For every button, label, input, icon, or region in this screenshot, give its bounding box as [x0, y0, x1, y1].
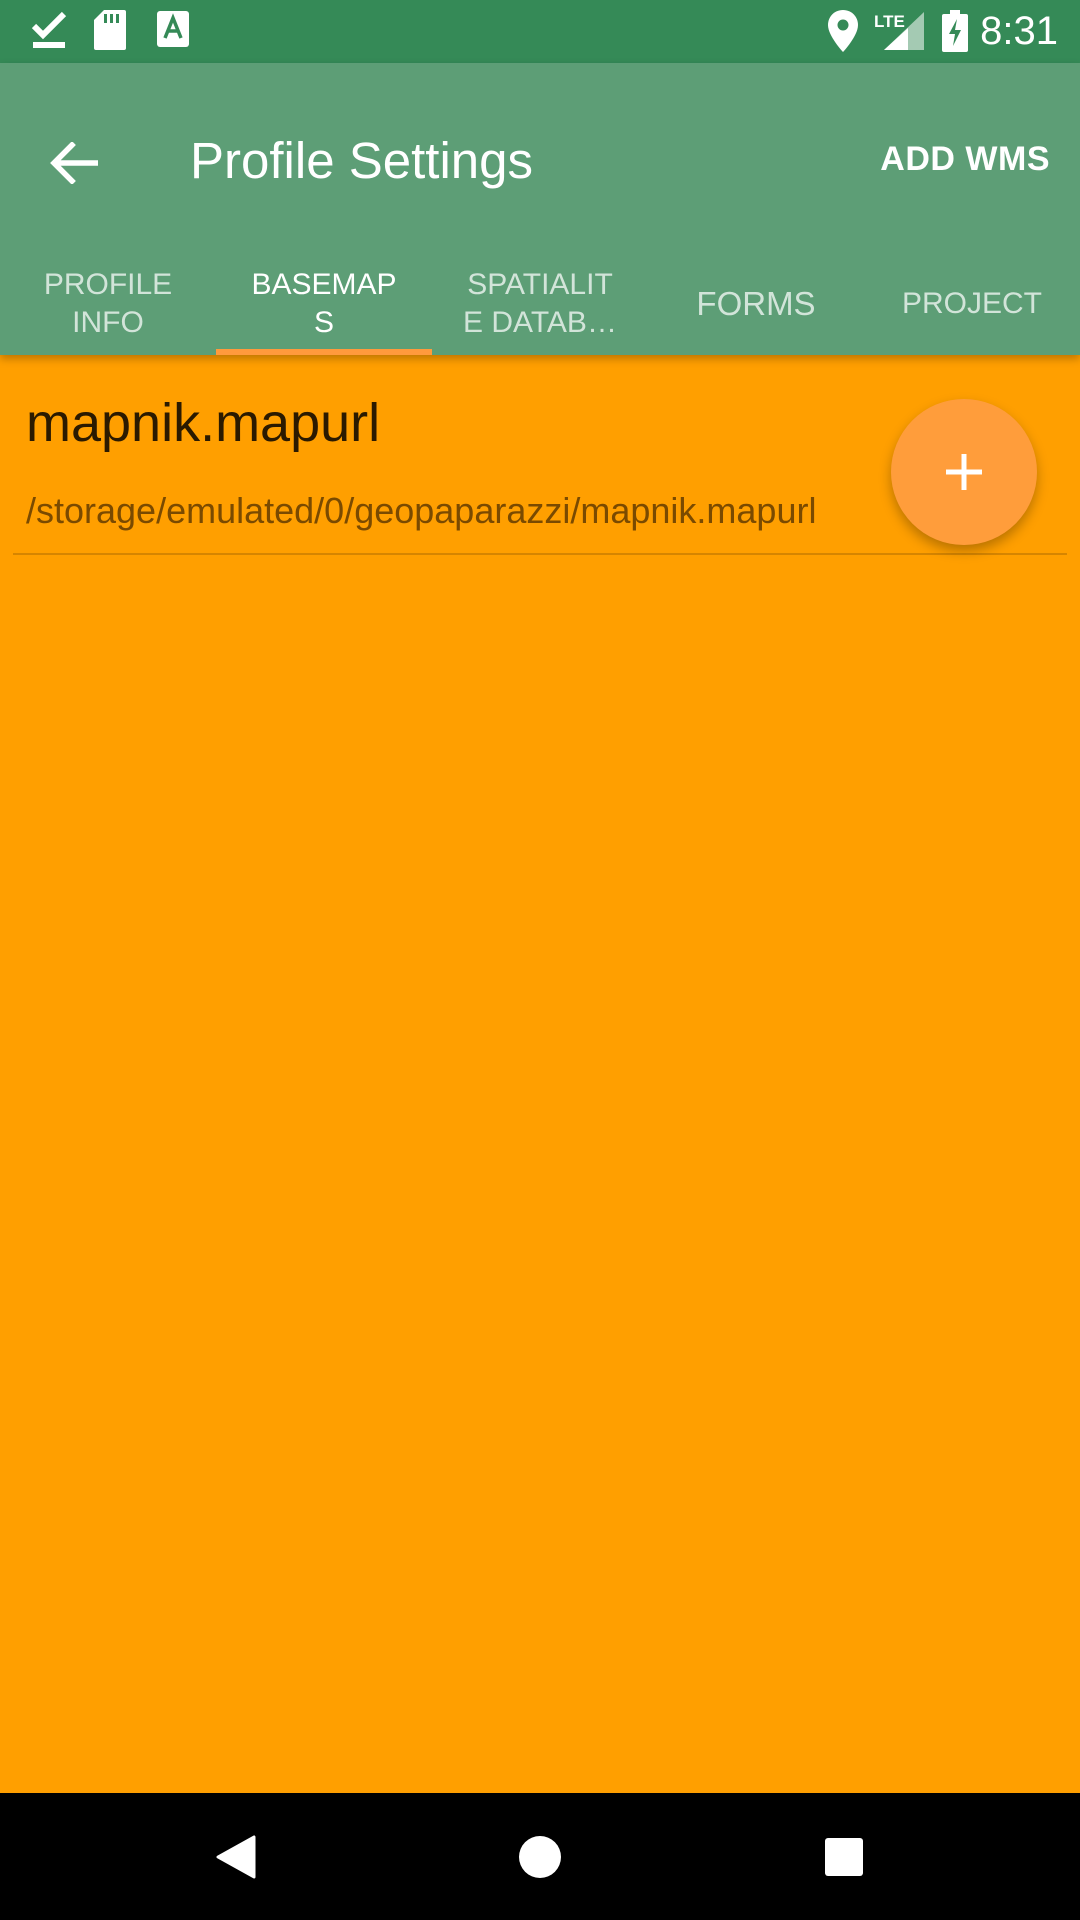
- tab-project[interactable]: PROJECT: [864, 253, 1080, 355]
- basemap-path: /storage/emulated/0/geopaparazzi/mapnik.…: [26, 490, 817, 531]
- nav-home-button[interactable]: [508, 1825, 572, 1889]
- add-wms-button[interactable]: ADD WMS: [880, 137, 1050, 181]
- signal-icon: [884, 12, 924, 55]
- location-icon: [828, 10, 858, 57]
- arrow-back-icon: [50, 142, 98, 184]
- nav-recents-button[interactable]: [812, 1825, 876, 1889]
- basemap-title: mapnik.mapurl: [26, 393, 381, 453]
- back-triangle-icon: [216, 1835, 256, 1879]
- font-icon: [156, 10, 190, 53]
- page-title: Profile Settings: [190, 132, 534, 189]
- status-time: 8:31: [980, 9, 1058, 53]
- app-bar: Profile Settings ADD WMS PROFILE INFO BA…: [0, 63, 1080, 355]
- battery-charging-icon: [942, 10, 968, 57]
- tab-spatialite-databases[interactable]: SPATIALIT E DATAB…: [432, 253, 648, 355]
- tab-forms[interactable]: FORMS: [648, 253, 864, 355]
- recents-square-icon: [825, 1838, 863, 1876]
- back-button[interactable]: [38, 127, 110, 199]
- basemaps-list: mapnik.mapurl /storage/emulated/0/geopap…: [0, 355, 1080, 1793]
- tab-bar: PROFILE INFO BASEMAP S SPATIALIT E DATAB…: [0, 253, 1080, 355]
- tab-basemaps-label: BASEMAP S: [251, 268, 397, 339]
- download-done-icon: [30, 10, 68, 55]
- navigation-bar: [0, 1793, 1080, 1920]
- sd-card-icon: [94, 10, 126, 55]
- tab-basemaps[interactable]: BASEMAP S: [216, 253, 432, 355]
- status-bar: LTE 8:31: [0, 0, 1080, 63]
- tab-indicator: [216, 349, 432, 355]
- plus-icon: [946, 454, 982, 490]
- home-circle-icon: [519, 1836, 561, 1878]
- tab-profile-info[interactable]: PROFILE INFO: [0, 253, 216, 355]
- add-basemap-button[interactable]: [891, 399, 1037, 545]
- nav-back-button[interactable]: [204, 1825, 268, 1889]
